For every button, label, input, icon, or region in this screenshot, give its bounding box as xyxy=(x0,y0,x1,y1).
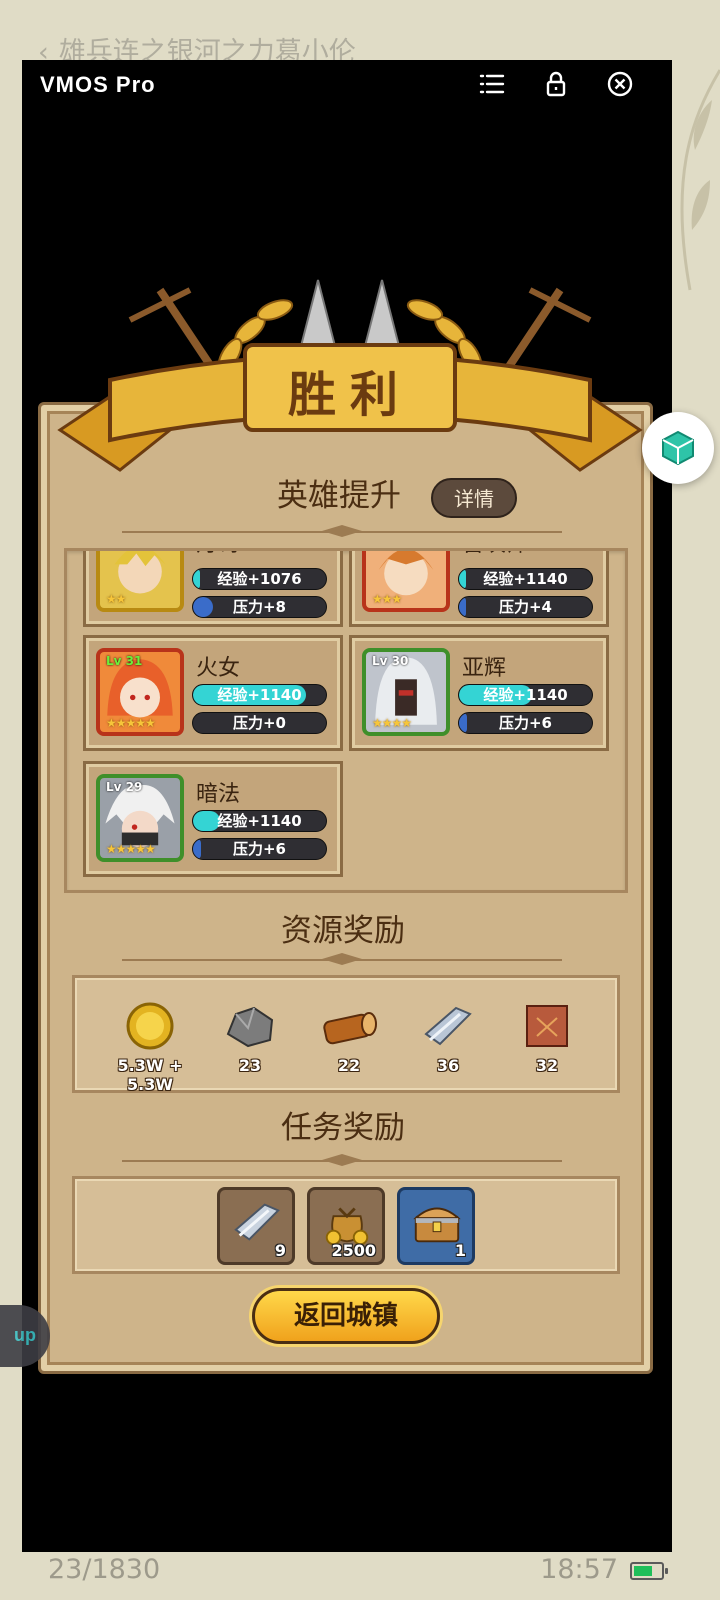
host-bottom-bar: 23/1830 18:57 xyxy=(0,1548,720,1600)
close-icon[interactable] xyxy=(604,68,636,100)
vmos-title: VMOS Pro xyxy=(40,72,156,97)
edge-tab-icon: up xyxy=(14,1325,36,1345)
hero-stars: ★★★ xyxy=(372,592,402,606)
task-reward-money[interactable]: 2500 xyxy=(307,1187,385,1265)
floating-cube-button[interactable] xyxy=(642,412,714,484)
hero-pressure-bar: 压力+4 xyxy=(458,596,593,618)
hero-exp-bar: 经验+1076 xyxy=(192,568,327,590)
resource-reward-box: 5.3W + 5.3W 23 22 36 32 xyxy=(72,975,620,1094)
hero-name: 火女 xyxy=(196,656,241,681)
resource-amount: 32 xyxy=(535,1056,559,1075)
battery-icon xyxy=(630,1562,668,1580)
hero-level: Lv 29 xyxy=(106,780,143,794)
hero-stars: ★★★★★ xyxy=(106,842,156,856)
hero-stars: ★★★★ xyxy=(372,716,412,730)
task-reward-chest[interactable]: 1 xyxy=(397,1187,475,1265)
hero-card-2[interactable]: Lv 31 ★★★★★ 火女 经验+1140 压力+0 xyxy=(83,635,343,751)
hero-exp-bar: 经验+1140 xyxy=(458,684,593,706)
resource-leather: 32 xyxy=(502,1000,592,1075)
cube-icon xyxy=(662,430,694,466)
hero-level: Lv 30 xyxy=(372,654,409,668)
divider-ornament-icon xyxy=(322,953,362,965)
menu-icon[interactable] xyxy=(476,68,508,100)
hero-pressure-bar: 压力+6 xyxy=(192,838,327,860)
hero-portrait: Lv 29 ★★★★★ xyxy=(96,774,184,862)
hero-stars: ★★ xyxy=(106,592,126,606)
resource-amount: 23 xyxy=(238,1056,262,1075)
resource-section-title: 资源奖励 xyxy=(281,913,405,949)
resource-gold: 5.3W + 5.3W xyxy=(105,1000,195,1094)
hero-portrait: Lv 31 ★★★★★ xyxy=(96,648,184,736)
resource-amount: 5.3W + 5.3W xyxy=(117,1056,183,1094)
lock-icon[interactable] xyxy=(540,68,572,100)
hero-level: Lv 31 xyxy=(106,654,143,668)
hero-exp-bar: 经验+1140 xyxy=(458,568,593,590)
hero-portrait: ★★★ xyxy=(362,551,450,612)
return-to-town-button[interactable]: 返回城镇 xyxy=(252,1288,440,1344)
leather-icon xyxy=(526,1005,568,1047)
resource-amount: 36 xyxy=(436,1056,460,1075)
gold-coin-icon xyxy=(126,1002,174,1050)
hero-name: 亚辉 xyxy=(462,656,507,681)
task-reward-box: 9 2500 1 xyxy=(72,1176,620,1274)
resource-steel: 36 xyxy=(403,1000,493,1075)
hero-section-title: 英雄提升 xyxy=(277,478,401,514)
task-reward-count: 1 xyxy=(454,1241,466,1260)
ore-icon xyxy=(226,1006,274,1048)
page-counter: 23/1830 xyxy=(48,1554,161,1585)
hero-name: 召唤师 xyxy=(462,551,528,558)
steel-bar-icon xyxy=(424,1006,472,1046)
task-reward-steel[interactable]: 9 xyxy=(217,1187,295,1265)
hero-portrait: Lv 30 ★★★★ xyxy=(362,648,450,736)
hero-portrait: ★★ xyxy=(96,551,184,612)
task-reward-count: 9 xyxy=(274,1241,286,1260)
task-reward-count: 2500 xyxy=(331,1241,376,1260)
hero-pressure-bar: 压力+0 xyxy=(192,712,327,734)
clock: 18:57 xyxy=(540,1554,618,1585)
hero-exp-bar: 经验+1140 xyxy=(192,810,327,832)
victory-title: 胜利 xyxy=(287,367,412,423)
hero-pressure-bar: 压力+8 xyxy=(192,596,327,618)
hero-name: 暗法 xyxy=(196,782,241,807)
wood-log-icon xyxy=(323,1012,377,1045)
hero-name: 灯笥 xyxy=(196,551,240,558)
hero-list[interactable]: ★★ 灯笥 经验+1076 压力+8 ★★★ 召唤师 经验+1140 压力+4 … xyxy=(64,548,628,893)
resource-ore: 23 xyxy=(205,1000,295,1075)
hero-exp-bar: 经验+1140 xyxy=(192,684,327,706)
task-section-title: 任务奖励 xyxy=(281,1110,405,1146)
hero-card-4[interactable]: Lv 29 ★★★★★ 暗法 经验+1140 压力+6 xyxy=(83,761,343,877)
resource-wood: 22 xyxy=(304,1000,394,1075)
hero-card-3[interactable]: Lv 30 ★★★★ 亚辉 经验+1140 压力+6 xyxy=(349,635,609,751)
hero-card-1[interactable]: ★★★ 召唤师 经验+1140 压力+4 xyxy=(349,551,609,627)
hero-card-0[interactable]: ★★ 灯笥 经验+1076 压力+8 xyxy=(83,551,343,627)
divider-ornament-icon xyxy=(322,1154,362,1166)
resource-amount: 22 xyxy=(337,1056,361,1075)
details-button[interactable]: 详情 xyxy=(431,478,517,518)
hero-stars: ★★★★★ xyxy=(106,716,156,730)
hero-pressure-bar: 压力+6 xyxy=(458,712,593,734)
divider-ornament-icon xyxy=(322,525,362,537)
